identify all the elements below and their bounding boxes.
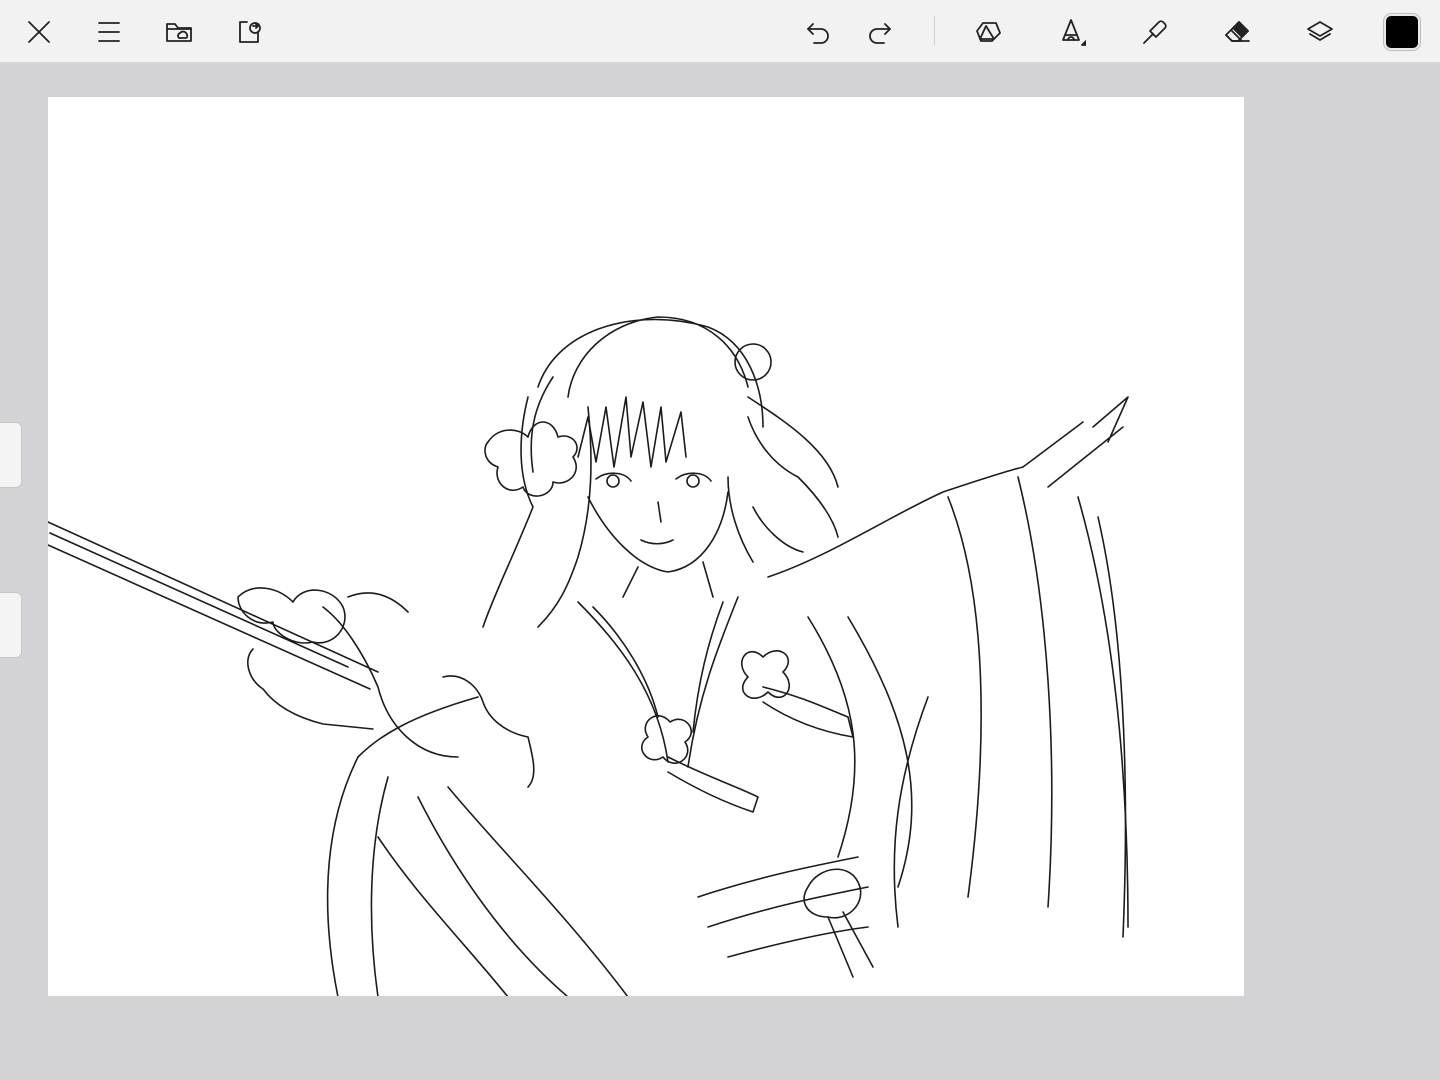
close-icon [28, 21, 50, 43]
share-export-icon [239, 21, 261, 43]
toolbar-divider [934, 16, 935, 46]
brush-tool-button[interactable] [1049, 10, 1093, 54]
color-swatch[interactable] [1384, 14, 1420, 50]
line-art-drawing [48, 316, 1129, 996]
brush-tool-icon [1062, 19, 1086, 46]
brush-opacity-slider[interactable] [0, 592, 22, 658]
layers-icon [1307, 21, 1333, 41]
gallery-button[interactable] [157, 10, 201, 54]
share-button[interactable] [227, 10, 271, 54]
smudge-tool-button[interactable] [1132, 10, 1176, 54]
redo-icon [869, 23, 891, 44]
eraser-tool-icon [1225, 21, 1250, 42]
gallery-folder-icon [166, 23, 192, 42]
redo-button[interactable] [858, 10, 902, 54]
eraser-tool-button[interactable] [1215, 10, 1259, 54]
menu-icon [98, 22, 120, 42]
close-button[interactable] [17, 10, 61, 54]
top-toolbar [0, 0, 1440, 63]
shapes-tool-button[interactable] [966, 10, 1010, 54]
shapes-tool-icon [976, 22, 1001, 42]
drawing-canvas[interactable] [48, 97, 1244, 996]
layers-button[interactable] [1298, 10, 1342, 54]
brush-size-slider[interactable] [0, 422, 22, 488]
menu-button[interactable] [87, 10, 131, 54]
smudge-tool-icon [1143, 20, 1167, 44]
undo-icon [807, 23, 829, 44]
undo-button[interactable] [796, 10, 840, 54]
